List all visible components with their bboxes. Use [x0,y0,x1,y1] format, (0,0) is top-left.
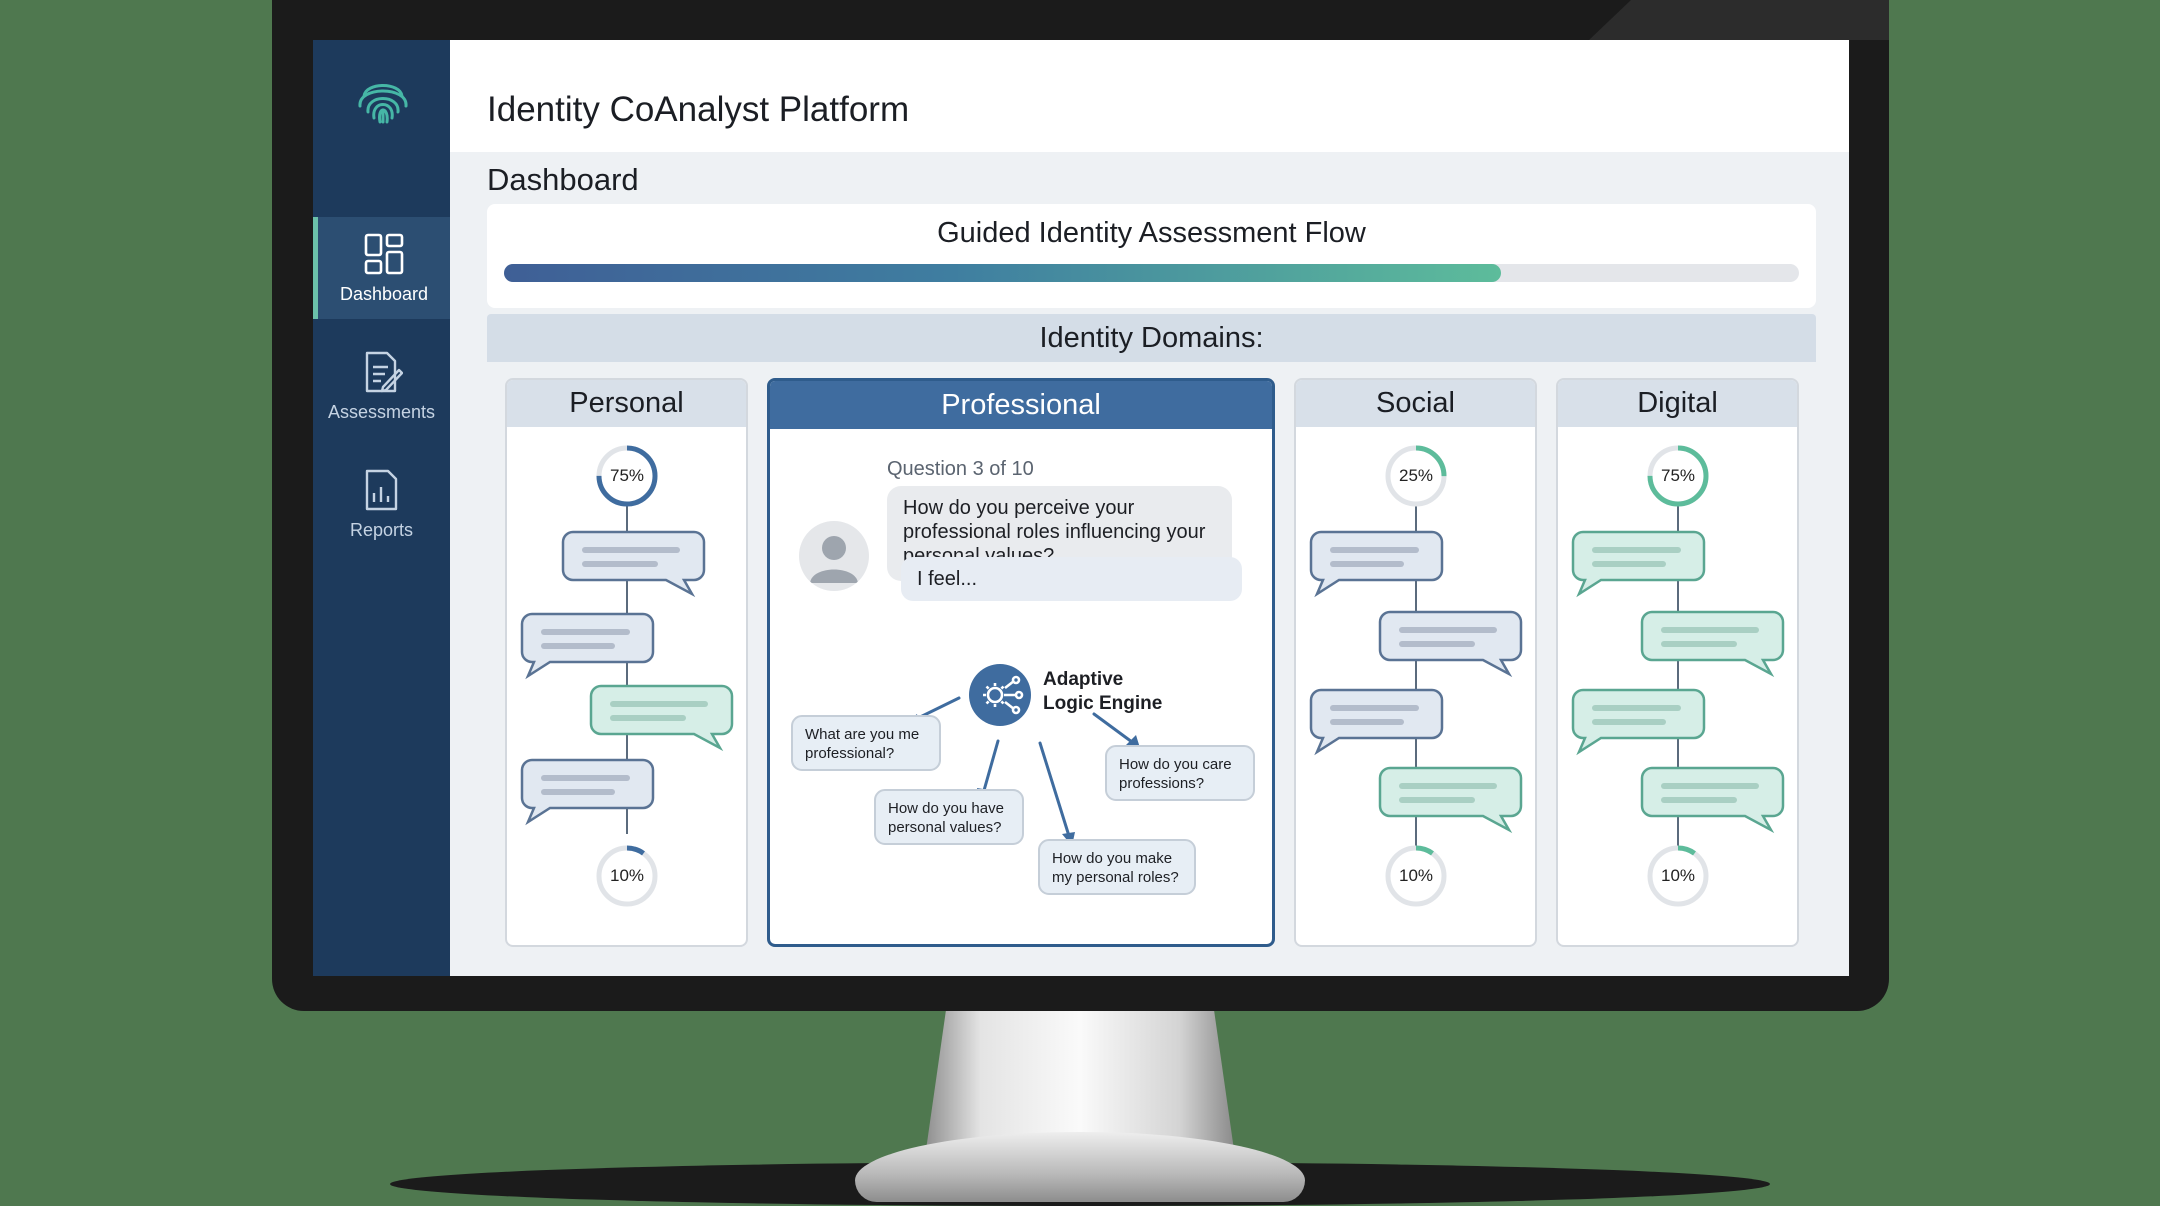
app-screen: Dashboard Assessments Reports Identity C… [313,40,1849,976]
progress-ring-bottom: 10% [1660,866,1696,885]
progress-ring-top: 75% [1660,466,1696,485]
sidebar-item-assessments[interactable]: Assessments [313,335,450,437]
engine-label-line2: Logic Engine [1043,693,1163,714]
sidebar-item-label: Dashboard [339,283,429,304]
sidebar-item-reports[interactable]: Reports [313,453,450,555]
branch-question[interactable]: How do you care professions? [1105,745,1255,801]
dashboard-icon [364,233,404,274]
sidebar: Dashboard Assessments Reports [313,40,450,976]
domain-card-social[interactable]: Social 25% 10% [1294,378,1537,947]
engine-label-line1: Adaptive [1043,669,1124,690]
monitor-glare [1589,0,1889,40]
assessment-flow-card: Guided Identity Assessment Flow [487,204,1816,308]
report-icon [365,469,397,510]
domain-card-personal[interactable]: Personal 75% 10% [505,378,748,947]
branch-question[interactable]: What are you me professional? [791,715,941,771]
logic-engine-icon [969,664,1031,726]
flow-progress-fill [504,264,1502,282]
sidebar-item-label: Reports [349,519,414,540]
domain-card-professional[interactable]: Professional Question 3 of 10 How do you… [767,378,1275,947]
logic-engine-label: Adaptive Logic Engine [1043,668,1162,716]
sidebar-item-label: Assessments [327,401,436,422]
branch-question[interactable]: How do you have personal values? [874,789,1024,845]
progress-ring-bottom: 10% [1398,866,1434,885]
app-title: Identity CoAnalyst Platform [487,90,910,129]
page-title: Dashboard [487,162,639,197]
domain-card-digital[interactable]: Digital 75% 10% [1556,378,1799,947]
progress-ring-top: 75% [609,466,645,485]
domains-heading: Identity Domains: [487,314,1816,362]
progress-ring-bottom: 10% [609,866,645,885]
progress-ring-top: 25% [1398,466,1434,485]
fingerprint-logo-icon [358,84,408,124]
branch-question[interactable]: How do you make my personal roles? [1038,839,1196,895]
app-header: Identity CoAnalyst Platform [450,40,1849,152]
sidebar-item-dashboard[interactable]: Dashboard [313,217,450,319]
monitor-stand-base [855,1132,1305,1202]
flow-progress-bar [504,264,1799,282]
assessment-icon [365,351,403,392]
flow-title: Guided Identity Assessment Flow [937,217,1366,249]
